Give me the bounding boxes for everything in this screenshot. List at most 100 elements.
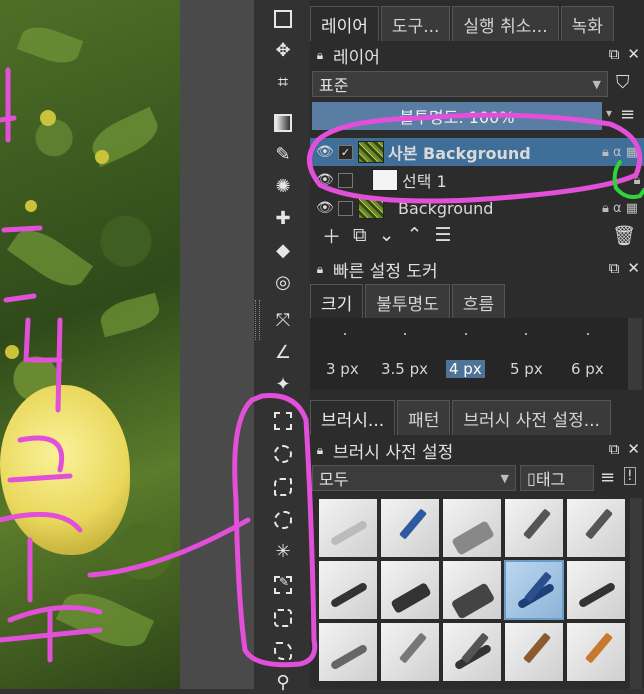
freehand-select-icon[interactable] bbox=[272, 509, 294, 531]
lock-icon[interactable]: 🔒︎ bbox=[313, 443, 327, 457]
polygon-select-icon[interactable] bbox=[272, 476, 294, 498]
transform-icon[interactable]: ⤧ bbox=[272, 310, 294, 332]
float-icon[interactable]: ⧉ bbox=[609, 259, 620, 277]
size-list[interactable] bbox=[310, 318, 628, 390]
reference-icon[interactable]: ✦ bbox=[272, 374, 294, 396]
tab-brush-presets[interactable]: 브러시 사전 설정... bbox=[452, 400, 611, 435]
brush-preset[interactable] bbox=[318, 560, 378, 620]
leaf bbox=[6, 220, 94, 296]
move-up-icon[interactable]: ⌃ bbox=[407, 224, 423, 246]
layer-name: Background bbox=[398, 198, 494, 218]
layer-checkbox[interactable] bbox=[338, 200, 353, 216]
brush-preset[interactable] bbox=[442, 622, 502, 682]
canvas-image[interactable] bbox=[0, 0, 180, 689]
blend-mode-select[interactable]: 표준 ▼ bbox=[312, 71, 608, 97]
brush-scrollbar[interactable] bbox=[630, 498, 642, 689]
brush-preset[interactable] bbox=[380, 622, 440, 682]
size-option[interactable]: 3.5 px bbox=[381, 360, 428, 378]
opacity-slider[interactable]: 불투명도: 100% bbox=[312, 102, 602, 130]
tag-button[interactable]: ▯ 태그 bbox=[520, 465, 594, 491]
brush-preset[interactable] bbox=[504, 622, 564, 682]
visibility-icon[interactable]: 👁︎ bbox=[316, 200, 334, 216]
brush-preset[interactable] bbox=[566, 560, 626, 620]
brush-preset[interactable] bbox=[318, 622, 378, 682]
size-option-selected[interactable]: 4 px bbox=[446, 360, 485, 378]
tab-undo-history[interactable]: 실행 취소... bbox=[452, 6, 559, 41]
layer-row[interactable]: 👁︎ ✓ 사본 Background 🔒︎ α ▦ bbox=[310, 138, 644, 166]
size-option[interactable]: 3 px bbox=[326, 360, 359, 378]
brush-preset[interactable] bbox=[566, 622, 626, 682]
crop-select-icon[interactable] bbox=[272, 8, 294, 30]
float-icon[interactable]: ⧉ bbox=[609, 45, 620, 63]
tab-opacity[interactable]: 불투명도 bbox=[365, 284, 450, 319]
eyedropper-icon[interactable]: ✎ bbox=[272, 144, 294, 166]
close-icon[interactable]: ✕ bbox=[627, 440, 640, 458]
brush-preset[interactable] bbox=[566, 498, 626, 558]
brush-preset[interactable] bbox=[380, 498, 440, 558]
properties-icon[interactable]: ☰ bbox=[434, 224, 451, 246]
preset-filter-value: 모두 bbox=[319, 470, 349, 489]
panel-splitter[interactable] bbox=[255, 300, 260, 340]
gradient-icon[interactable] bbox=[272, 112, 294, 134]
move-down-icon[interactable]: ⌄ bbox=[379, 224, 395, 246]
layers-title: 레이어 bbox=[333, 47, 380, 68]
move-icon[interactable]: ✥ bbox=[272, 40, 294, 62]
layer-row[interactable]: 👁︎ 선택 1 🔒︎ ◉ bbox=[310, 166, 644, 194]
size-option[interactable]: 5 px bbox=[510, 360, 543, 378]
layer-lock-alpha-icon[interactable]: 🔒︎ α ▦ bbox=[602, 201, 638, 216]
add-layer-icon[interactable]: ＋ bbox=[322, 222, 341, 249]
lock-icon[interactable]: 🔒︎ bbox=[313, 48, 327, 62]
brush-preset[interactable] bbox=[504, 498, 564, 558]
size-scrollbar[interactable] bbox=[628, 318, 642, 390]
layer-checkbox[interactable] bbox=[338, 172, 353, 188]
visibility-icon[interactable]: 👁︎ bbox=[316, 172, 334, 188]
assistant-icon[interactable]: ◎ bbox=[272, 272, 294, 294]
visibility-icon[interactable]: 👁︎ bbox=[316, 144, 334, 160]
heal-icon[interactable]: ✚ bbox=[272, 208, 294, 230]
rect-select-icon[interactable] bbox=[272, 410, 294, 432]
tab-brush[interactable]: 브러시... bbox=[310, 400, 396, 435]
similar-select-icon[interactable]: ✎ bbox=[272, 574, 294, 596]
layer-checkbox[interactable]: ✓ bbox=[338, 144, 353, 160]
smart-patch-icon[interactable]: ✺ bbox=[272, 176, 294, 198]
tag-icon: ▯ bbox=[527, 468, 536, 488]
brush-preset[interactable] bbox=[380, 560, 440, 620]
brush-preset[interactable] bbox=[442, 498, 502, 558]
fill-icon[interactable]: ◆ bbox=[272, 240, 294, 262]
tab-layers[interactable]: 레이어 bbox=[310, 6, 379, 41]
selection-mask-icon[interactable]: 🔒︎ ◉ bbox=[634, 173, 644, 188]
size-option[interactable]: 6 px bbox=[571, 360, 604, 378]
opacity-stepper-icon[interactable]: ▾ bbox=[606, 106, 612, 120]
preset-menu-icon[interactable]: ≡ bbox=[600, 467, 615, 488]
ellipse-select-icon[interactable] bbox=[272, 443, 294, 465]
tab-tools[interactable]: 도구... bbox=[380, 6, 451, 41]
close-icon[interactable]: ✕ bbox=[627, 45, 640, 63]
brush-preset[interactable] bbox=[318, 498, 378, 558]
layer-row[interactable]: 👁︎ Background 🔒︎ α ▦ bbox=[310, 194, 644, 222]
tab-flow[interactable]: 흐름 bbox=[451, 284, 506, 319]
measure-icon[interactable]: ∠ bbox=[272, 342, 294, 364]
zoom-icon[interactable]: ⚲ bbox=[272, 672, 294, 694]
brush-tabs: 브러시... 패턴 브러시 사전 설정... bbox=[310, 400, 613, 436]
menu-icon[interactable]: ≡ bbox=[620, 104, 635, 125]
crop-icon[interactable]: ⌗ bbox=[272, 72, 294, 94]
delete-layer-icon[interactable]: 🗑︎ bbox=[612, 224, 636, 247]
duplicate-layer-icon[interactable]: ⧉ bbox=[353, 224, 367, 246]
import-icon[interactable]: ! bbox=[624, 467, 636, 485]
tab-recorder[interactable]: 녹화 bbox=[560, 6, 614, 41]
tab-size[interactable]: 크기 bbox=[310, 284, 364, 319]
brush-preset-selected[interactable] bbox=[504, 560, 564, 620]
bezier-select-icon[interactable] bbox=[272, 607, 294, 629]
layer-actions: ＋ ⧉ ⌄ ⌃ ☰ 🗑︎ bbox=[310, 222, 644, 248]
close-icon[interactable]: ✕ bbox=[627, 259, 640, 277]
magnetic-select-icon[interactable] bbox=[272, 640, 294, 662]
layer-lock-alpha-icon[interactable]: 🔒︎ α ▦ bbox=[602, 145, 638, 160]
lock-icon[interactable]: 🔒︎ bbox=[313, 262, 327, 276]
preset-filter-select[interactable]: 모두 ▼ bbox=[312, 465, 516, 491]
magic-wand-icon[interactable]: ✳ bbox=[272, 541, 294, 563]
opacity-label: 불투명도: 100% bbox=[399, 108, 515, 127]
float-icon[interactable]: ⧉ bbox=[609, 440, 620, 458]
filter-icon[interactable]: ⛉ bbox=[616, 72, 630, 93]
brush-preset[interactable] bbox=[442, 560, 502, 620]
tab-pattern[interactable]: 패턴 bbox=[397, 400, 451, 435]
